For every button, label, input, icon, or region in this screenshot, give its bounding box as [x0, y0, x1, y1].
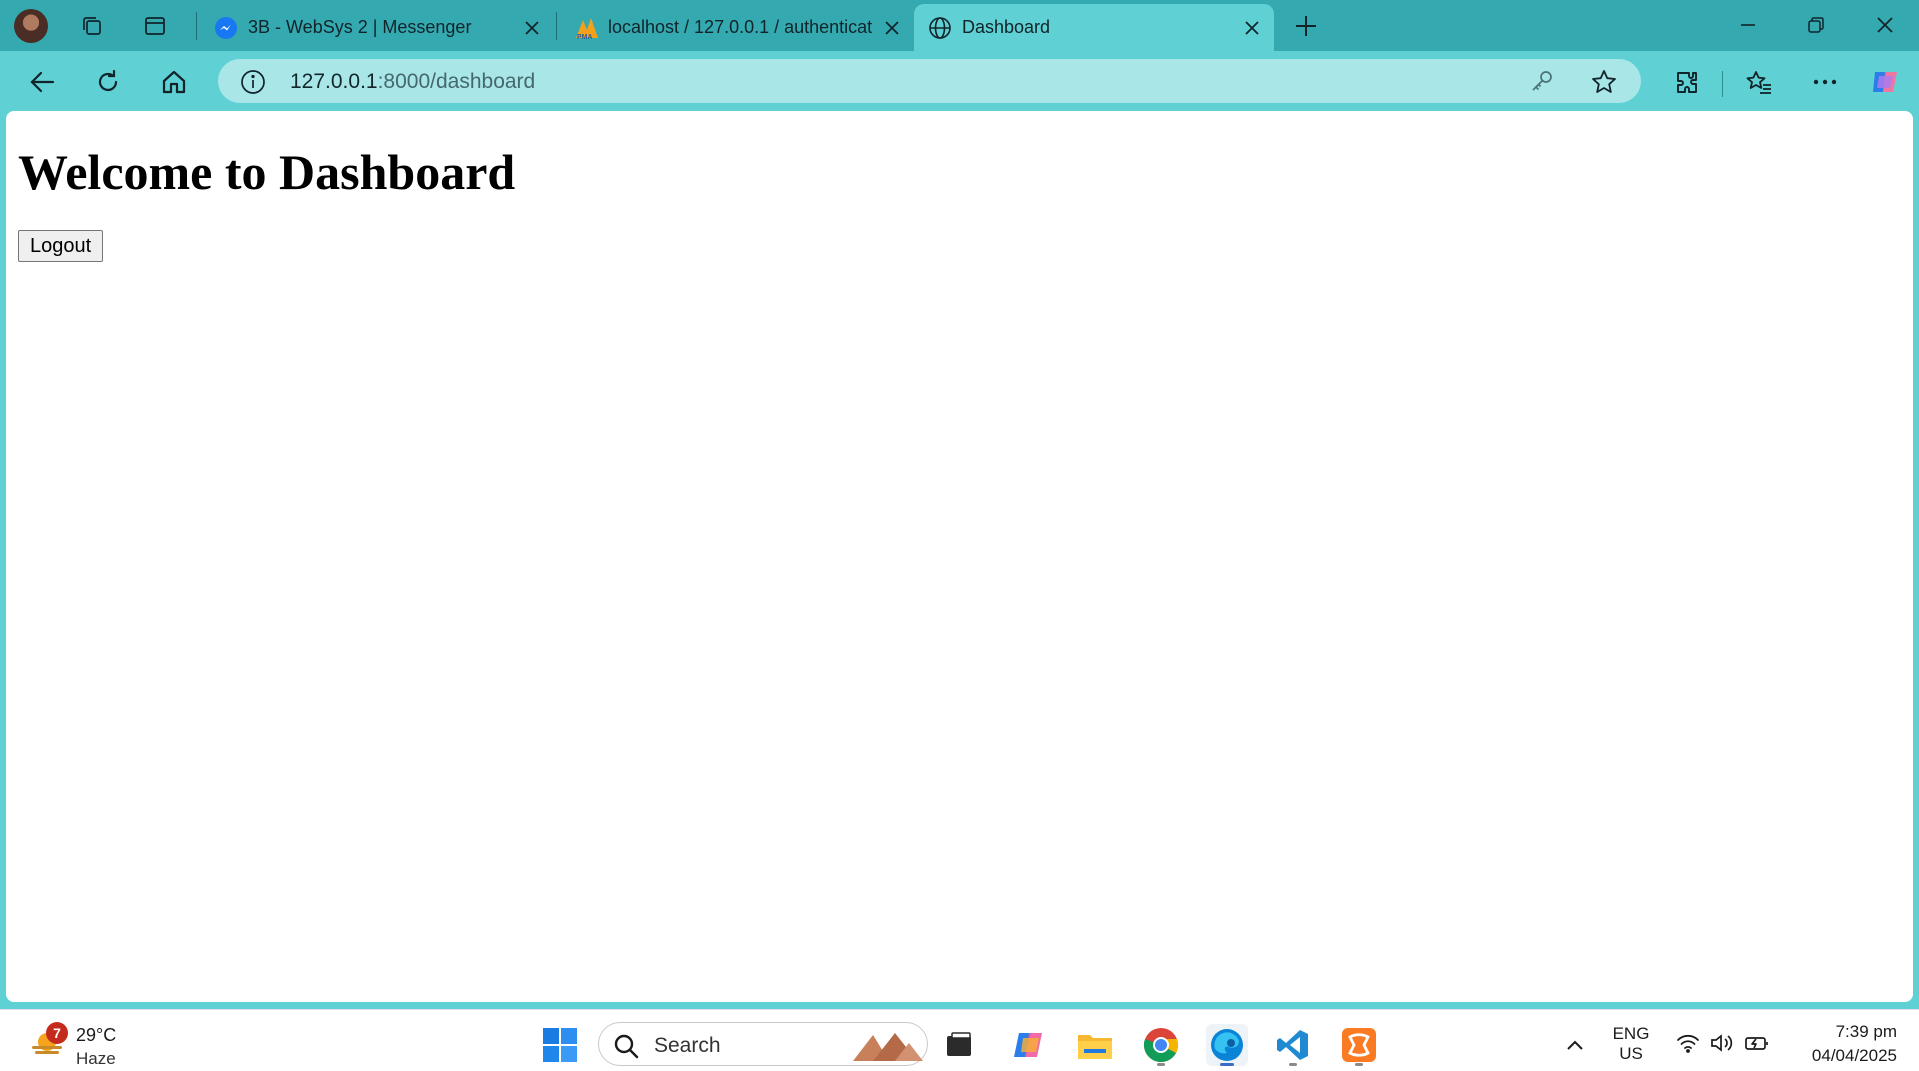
toolbar-divider [1722, 71, 1723, 97]
address-bar[interactable]: 127.0.0.1:8000/dashboard [218, 59, 1641, 103]
url-text[interactable]: 127.0.0.1:8000/dashboard [290, 70, 535, 94]
phpmyadmin-icon: PMA [574, 16, 598, 41]
tab-title: Dashboard [962, 17, 1051, 37]
tab-title: localhost / 127.0.0.1 / authenticat [608, 17, 872, 37]
weather-temperature: 29°C [76, 1025, 117, 1045]
wifi-icon [1676, 1033, 1700, 1058]
restore-button[interactable] [1791, 8, 1841, 42]
browser-toolbar: 127.0.0.1:8000/dashboard [0, 51, 1919, 111]
copilot-icon[interactable] [1008, 1024, 1050, 1066]
vscode-icon[interactable] [1272, 1024, 1314, 1066]
close-icon[interactable] [1240, 16, 1264, 40]
page-title: Welcome to Dashboard [18, 144, 516, 200]
file-manager-icon[interactable] [938, 1024, 980, 1066]
tab-separator [556, 12, 557, 40]
show-hidden-icons-chevron-icon[interactable] [1554, 1024, 1596, 1066]
favorite-star-icon[interactable] [1590, 68, 1618, 96]
tab-phpmyadmin[interactable]: PMA localhost / 127.0.0.1 / authenticat [560, 4, 910, 51]
page-viewport: Welcome to Dashboard Logout [6, 111, 1913, 1002]
back-button[interactable] [22, 63, 62, 101]
close-icon[interactable] [520, 16, 544, 40]
taskbar-search[interactable]: Search [598, 1022, 928, 1066]
profile-avatar[interactable] [14, 9, 48, 43]
globe-icon [928, 16, 952, 40]
tab-title: 3B - WebSys 2 | Messenger [248, 17, 472, 37]
system-tray-quick-settings[interactable] [1668, 1024, 1778, 1066]
reload-button[interactable] [88, 63, 128, 101]
minimize-button[interactable] [1723, 8, 1773, 42]
tab-actions-icon[interactable] [137, 8, 173, 44]
url-host: 127.0.0.1 [290, 70, 378, 93]
tab-dashboard[interactable]: Dashboard [914, 4, 1274, 51]
active-indicator [1220, 1063, 1234, 1066]
more-menu-icon[interactable] [1805, 63, 1845, 101]
chrome-icon[interactable] [1140, 1024, 1182, 1066]
volume-icon [1710, 1033, 1734, 1058]
weather-condition: Haze [76, 1049, 116, 1068]
clock-time: 7:39 pm [1835, 1022, 1897, 1041]
messenger-icon [214, 16, 238, 40]
language-code: ENG [1612, 1024, 1650, 1043]
url-path: :8000/dashboard [377, 70, 536, 93]
battery-charging-icon [1744, 1033, 1770, 1058]
copilot-icon[interactable] [1866, 63, 1906, 101]
home-button[interactable] [154, 63, 194, 101]
file-explorer-icon[interactable] [1074, 1024, 1116, 1066]
close-window-button[interactable] [1860, 8, 1910, 42]
new-tab-button[interactable] [1288, 8, 1324, 44]
region-code: US [1619, 1044, 1643, 1063]
windows-start-icon[interactable] [539, 1024, 581, 1066]
search-highlight-icon [851, 1031, 923, 1061]
search-icon [613, 1033, 639, 1059]
workspaces-icon[interactable] [74, 8, 110, 44]
search-placeholder: Search [654, 1034, 721, 1057]
tab-messenger[interactable]: 3B - WebSys 2 | Messenger [200, 4, 550, 51]
taskbar: 7 29°C Haze Search ENG US 7:39 pm 04/04/… [0, 1009, 1919, 1071]
close-icon[interactable] [880, 16, 904, 40]
logout-button[interactable]: Logout [18, 230, 104, 262]
password-key-icon[interactable] [1530, 69, 1556, 95]
clock[interactable]: 7:39 pm 04/04/2025 [1812, 1020, 1897, 1068]
running-indicator [1355, 1063, 1363, 1066]
extensions-icon[interactable] [1666, 63, 1706, 101]
site-info-icon[interactable] [240, 69, 266, 95]
language-indicator[interactable]: ENG US [1606, 1024, 1656, 1064]
clock-date: 04/04/2025 [1811, 1046, 1897, 1065]
running-indicator [1289, 1063, 1297, 1066]
xampp-icon[interactable] [1338, 1024, 1380, 1066]
svg-text:PMA: PMA [577, 34, 593, 40]
favorites-icon[interactable] [1739, 63, 1779, 101]
weather-widget[interactable]: 7 29°C Haze [26, 1022, 146, 1068]
tab-separator [196, 12, 197, 40]
edge-icon[interactable] [1206, 1024, 1248, 1066]
running-indicator [1157, 1063, 1165, 1066]
tab-strip: 3B - WebSys 2 | Messenger PMA localhost … [0, 0, 1919, 51]
notification-badge: 7 [46, 1022, 68, 1044]
